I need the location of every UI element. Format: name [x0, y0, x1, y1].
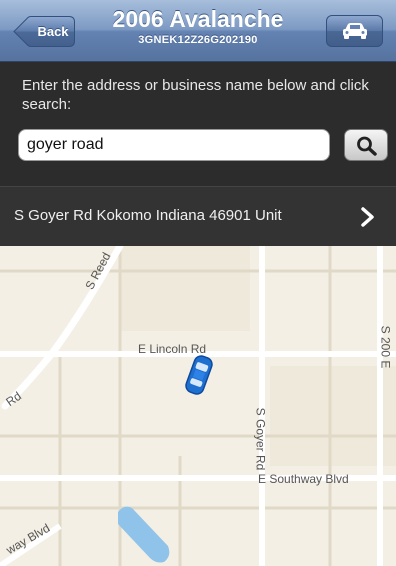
- vin-subtitle: 3GNEK12Z26G202190: [138, 34, 258, 46]
- address-search-input[interactable]: [18, 129, 330, 161]
- search-instruction: Enter the address or business name below…: [22, 77, 369, 113]
- page-title: 2006 Avalanche: [112, 6, 284, 32]
- back-button[interactable]: Back: [13, 16, 75, 47]
- back-button-label: Back: [37, 24, 69, 39]
- search-result-row[interactable]: S Goyer Rd Kokomo Indiana 46901 Unit: [0, 186, 396, 246]
- vehicle-location-marker[interactable]: [182, 352, 216, 403]
- car-location-marker-icon: [185, 355, 213, 395]
- map-label-goyer-rd: S Goyer Rd: [253, 407, 268, 471]
- vehicle-button[interactable]: [326, 15, 383, 47]
- search-result-text: S Goyer Rd Kokomo Indiana 46901 Unit: [14, 207, 282, 224]
- map-roads: [0, 246, 396, 566]
- car-icon: [343, 23, 367, 39]
- map-view[interactable]: S Reed E Lincoln Rd Rd S 200 E S Goyer R…: [0, 246, 396, 566]
- search-button[interactable]: [344, 129, 388, 161]
- navigation-bar: Back 2006 Avalanche 3GNEK12Z26G202190: [0, 0, 396, 62]
- chevron-right-icon: [361, 207, 374, 227]
- map-label-s200e: S 200 E: [378, 325, 393, 369]
- search-icon: [357, 136, 377, 156]
- map-label-southway-blvd: E Southway Blvd: [258, 472, 349, 486]
- search-panel: Enter the address or business name below…: [0, 62, 396, 186]
